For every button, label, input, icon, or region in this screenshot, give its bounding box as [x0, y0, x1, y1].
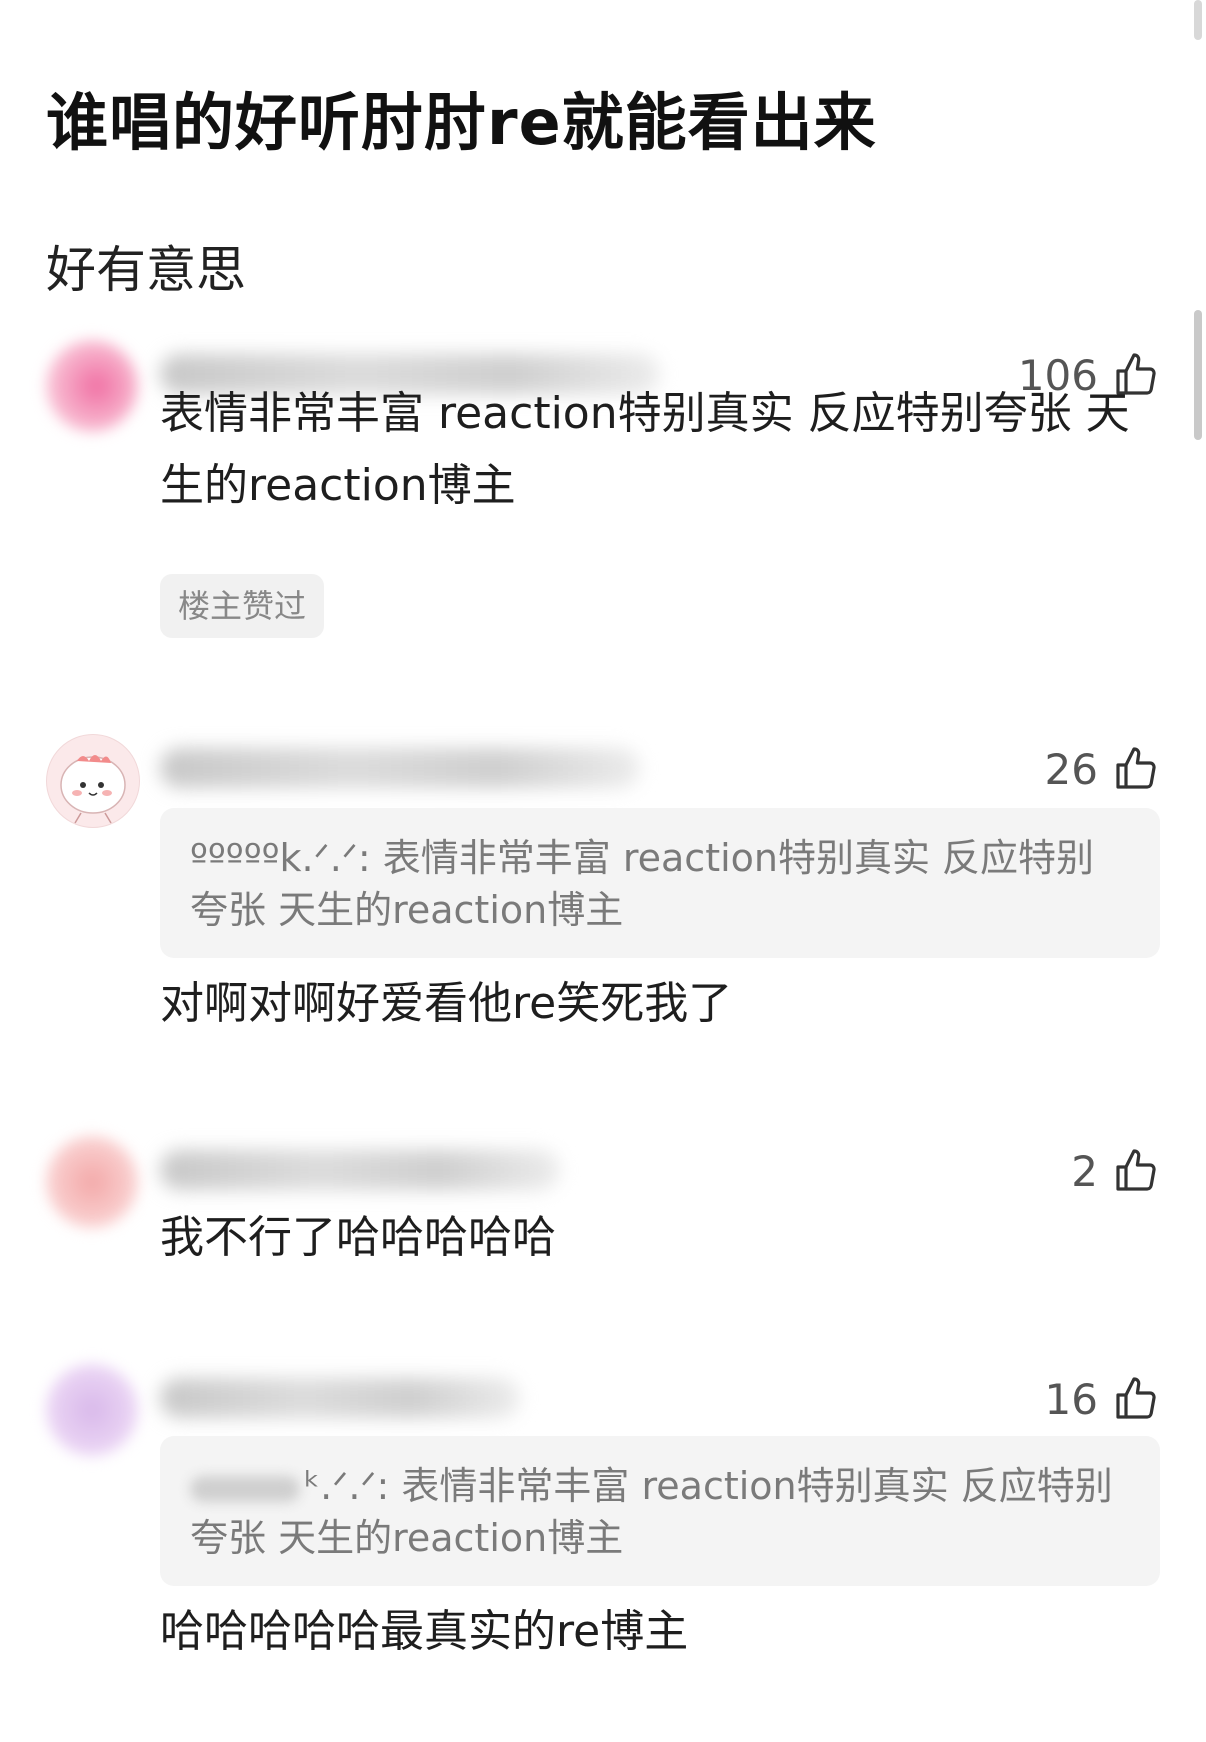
- avatar[interactable]: [46, 1364, 138, 1456]
- comment-item: 26 ºººººk.ᐟ.ᐟ: 表情非常丰富 reaction特别真实 反应特别夸…: [0, 734, 1206, 1064]
- quote-author-blurred: [190, 1475, 300, 1502]
- quoted-reply[interactable]: ᵏ.ᐟ.ᐟ: 表情非常丰富 reaction特别真实 反应特别夸张 天生的rea…: [160, 1436, 1160, 1586]
- quoted-reply[interactable]: ºººººk.ᐟ.ᐟ: 表情非常丰富 reaction特别真实 反应特别夸张 天…: [160, 808, 1160, 958]
- like-count: 16: [1044, 1374, 1098, 1424]
- cartoon-avatar-icon: [60, 755, 126, 824]
- comment-item: 16 ᵏ.ᐟ.ᐟ: 表情非常丰富 reaction特别真实 反应特别夸张 天生的…: [0, 1364, 1206, 1684]
- comment-item: 106 表情非常丰富 reaction特别真实 反应特别夸张 天生的reacti…: [0, 340, 1206, 640]
- comment-text: 表情非常丰富 reaction特别真实 反应特别夸张 天生的reaction博主: [160, 388, 1130, 511]
- quote-author: ᵏ.ᐟ.ᐟ:: [304, 1464, 390, 1508]
- thumbs-up-icon: [1116, 1377, 1156, 1419]
- like-count: 26: [1044, 744, 1098, 794]
- quote-author: ºººººk.ᐟ.ᐟ:: [190, 836, 371, 880]
- avatar[interactable]: [46, 340, 138, 432]
- comment-text: 我不行了哈哈哈哈哈: [160, 1212, 556, 1263]
- scrollbar-thumb-top: [1194, 0, 1202, 40]
- comment-item: 2 我不行了哈哈哈哈哈: [0, 1136, 1206, 1296]
- comment-meta-blurred: [160, 748, 640, 788]
- post-body: 好有意思: [46, 241, 246, 299]
- post-title: 谁唱的好听肘肘re就能看出来: [46, 86, 877, 159]
- comment-text: 哈哈哈哈哈最真实的re博主: [160, 1606, 689, 1657]
- avatar[interactable]: [46, 1136, 138, 1228]
- like-button[interactable]: 2: [1071, 1146, 1160, 1196]
- author-liked-badge: 楼主赞过: [160, 574, 325, 638]
- like-button[interactable]: 16: [1045, 1374, 1160, 1424]
- comment-meta-blurred: [160, 1150, 560, 1190]
- thumbs-up-icon: [1116, 1149, 1156, 1191]
- comment-text: 对啊对啊好爱看他re笑死我了: [160, 978, 733, 1029]
- avatar[interactable]: [46, 734, 140, 828]
- like-count: 2: [1071, 1146, 1098, 1196]
- thumbs-up-icon: [1116, 747, 1156, 789]
- like-button[interactable]: 26: [1045, 744, 1160, 794]
- comment-meta-blurred: [160, 1378, 520, 1418]
